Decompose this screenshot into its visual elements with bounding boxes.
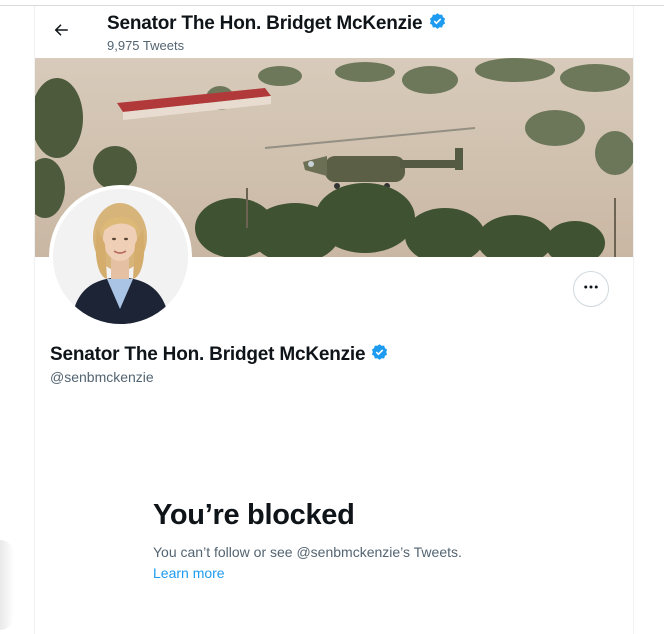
arrow-left-icon [52, 21, 70, 44]
verified-badge-icon [428, 12, 447, 36]
profile-handle: @senbmckenzie [50, 369, 154, 385]
avatar[interactable] [49, 185, 192, 328]
profile-display-name: Senator The Hon. Bridget McKenzie [50, 344, 366, 365]
header-title-row: Senator The Hon. Bridget McKenzie [107, 12, 447, 36]
sidebar-edge-shadow [0, 540, 14, 630]
header-title: Senator The Hon. Bridget McKenzie [107, 13, 423, 34]
blocked-title: You’re blocked [153, 499, 355, 531]
more-options-button[interactable] [573, 271, 609, 307]
profile-name-row: Senator The Hon. Bridget McKenzie [50, 343, 389, 367]
verified-badge-icon [370, 343, 389, 367]
blocked-message: You can’t follow or see @senbmckenzie’s … [153, 544, 462, 560]
tweet-count: 9,975 Tweets [107, 38, 185, 53]
learn-more-link[interactable]: Learn more [153, 565, 225, 581]
more-horizontal-icon [582, 278, 600, 301]
back-button[interactable] [46, 17, 76, 47]
